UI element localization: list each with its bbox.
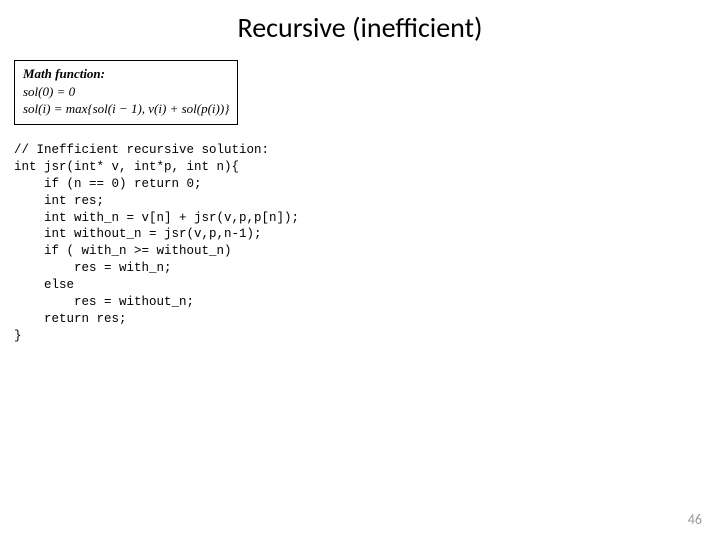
code-line: else <box>14 278 74 292</box>
code-line: res = without_n; <box>14 295 194 309</box>
code-line: int jsr(int* v, int*p, int n){ <box>14 160 239 174</box>
math-function-box: Math function: sol(0) = 0 sol(i) = max{s… <box>14 60 238 125</box>
page-number: 46 <box>688 511 702 528</box>
code-line: if ( with_n >= without_n) <box>14 244 232 258</box>
code-line: int res; <box>14 194 104 208</box>
math-eq-1: sol(0) = 0 <box>23 83 229 101</box>
code-line: } <box>14 329 22 343</box>
code-line: int without_n = jsr(v,p,n-1); <box>14 227 262 241</box>
math-eq-2: sol(i) = max{sol(i − 1), v(i) + sol(p(i)… <box>23 100 229 118</box>
code-line: res = with_n; <box>14 261 172 275</box>
code-block: // Inefficient recursive solution: int j… <box>14 142 299 345</box>
code-line: int with_n = v[n] + jsr(v,p,p[n]); <box>14 211 299 225</box>
math-label: Math function: <box>23 65 229 83</box>
code-line: if (n == 0) return 0; <box>14 177 202 191</box>
code-line: return res; <box>14 312 127 326</box>
page-title: Recursive (inefficient) <box>0 10 720 45</box>
slide: Recursive (inefficient) Math function: s… <box>0 0 720 540</box>
code-line: // Inefficient recursive solution: <box>14 143 269 157</box>
